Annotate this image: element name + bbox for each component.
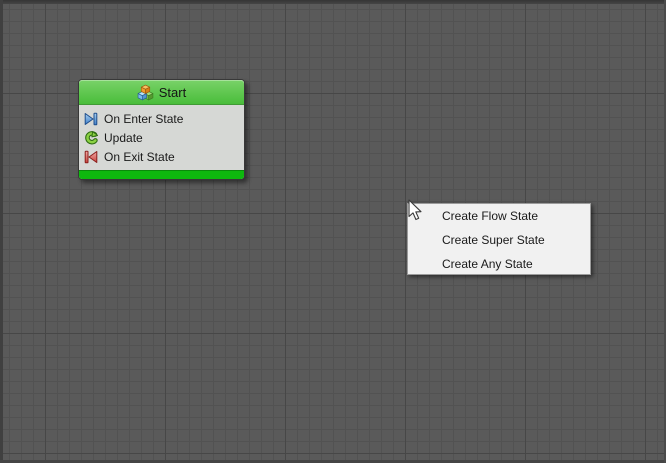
update-loop-icon: [84, 131, 98, 145]
canvas-edge-left: [0, 0, 3, 463]
event-row-on-enter: On Enter State: [84, 109, 239, 128]
state-node-footer: [79, 170, 244, 179]
event-label: On Exit State: [104, 150, 175, 164]
state-node-title: Start: [159, 85, 186, 100]
state-cubes-icon: [137, 84, 154, 101]
event-label: On Enter State: [104, 112, 183, 126]
enter-state-icon: [84, 112, 98, 126]
state-node-header[interactable]: Start: [79, 80, 244, 105]
state-node-start[interactable]: Start On Enter State: [78, 79, 245, 180]
menu-item-create-flow-state[interactable]: Create Flow State: [408, 204, 590, 228]
state-node-body: On Enter State Update: [79, 105, 244, 170]
event-row-on-exit: On Exit State: [84, 147, 239, 166]
menu-item-create-any-state[interactable]: Create Any State: [408, 252, 590, 276]
menu-item-create-super-state[interactable]: Create Super State: [408, 228, 590, 252]
context-menu: Create Flow State Create Super State Cre…: [407, 203, 591, 275]
canvas-edge-top: [0, 0, 666, 4]
graph-canvas[interactable]: Start On Enter State: [0, 0, 666, 463]
event-label: Update: [104, 131, 143, 145]
exit-state-icon: [84, 150, 98, 164]
event-row-update: Update: [84, 128, 239, 147]
